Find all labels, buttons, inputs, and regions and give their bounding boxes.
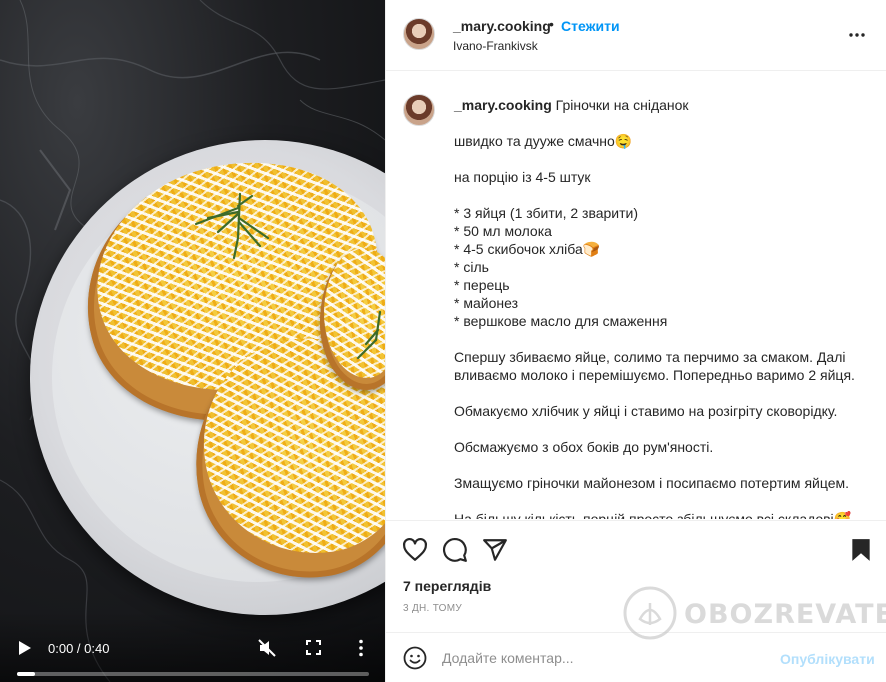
- ingredient-item: * 4-5 скибочок хліба🍞: [454, 241, 601, 257]
- ingredient-item: * вершкове масло для смаження: [454, 313, 668, 329]
- bookmark-icon[interactable]: [848, 537, 874, 563]
- watermark-logo-icon: [623, 586, 677, 640]
- play-icon[interactable]: [18, 640, 32, 656]
- ingredient-item: * майонез: [454, 295, 518, 311]
- more-options-icon[interactable]: [848, 26, 866, 44]
- post-header: _mary.cooking • Стежити Ivano-Frankivsk: [386, 0, 886, 71]
- caption-title: Гріночки на сніданок: [555, 97, 689, 113]
- post-timestamp: 3 ДН. ТОМУ: [403, 603, 463, 614]
- comment-icon[interactable]: [442, 537, 468, 563]
- caption-step: Змащуємо гріночки майонезом і посипаємо …: [454, 475, 850, 491]
- caption-avatar[interactable]: [403, 94, 435, 126]
- mute-icon[interactable]: [258, 639, 276, 657]
- video-player[interactable]: 0:00 / 0:40: [0, 0, 385, 682]
- caption-step: Спершу збиваємо яйце, солимо та перчимо …: [454, 349, 855, 383]
- video-progress-fill: [17, 672, 35, 676]
- post-details-panel: _mary.cooking • Стежити Ivano-Frankivsk …: [385, 0, 886, 682]
- views-count[interactable]: 7 переглядів: [403, 578, 491, 594]
- caption-line: швидко та дууже смачно🤤: [454, 133, 633, 149]
- heart-icon[interactable]: [402, 537, 428, 563]
- video-time: 0:00 / 0:40: [48, 641, 110, 656]
- ingredients-list: * 3 яйця (1 збити, 2 зварити) * 50 мл мо…: [454, 204, 874, 330]
- caption-section: _mary.cooking Гріночки на сніданок швидк…: [386, 72, 886, 519]
- watermark: OBOZREVATEL: [622, 583, 886, 643]
- caption-username[interactable]: _mary.cooking: [454, 97, 552, 113]
- dill-garnish: [194, 192, 270, 260]
- caption-step: На більшу кількість порцій просто збільш…: [454, 511, 852, 519]
- emoji-icon[interactable]: [403, 646, 427, 670]
- ingredient-item: * перець: [454, 277, 510, 293]
- caption-portion: на порцію із 4-5 штук: [454, 169, 591, 185]
- watermark-text: OBOZREVATEL: [684, 599, 886, 630]
- video-progress-bar[interactable]: [17, 672, 369, 676]
- dill-garnish-2: [356, 310, 382, 360]
- caption-step: Обсмажуємо з обох боків до рум'яності.: [454, 439, 714, 455]
- comment-input[interactable]: [442, 645, 762, 671]
- location-link[interactable]: Ivano-Frankivsk: [453, 39, 538, 53]
- ingredient-item: * 3 яйця (1 збити, 2 зварити): [454, 205, 639, 221]
- ingredient-item: * сіль: [454, 259, 489, 275]
- publish-button[interactable]: Опублікувати: [780, 651, 875, 667]
- follow-button[interactable]: Стежити: [561, 18, 620, 34]
- caption-text: _mary.cooking Гріночки на сніданок швидк…: [454, 96, 874, 519]
- separator-dot: •: [549, 16, 554, 32]
- avatar[interactable]: [403, 18, 435, 50]
- author-username[interactable]: _mary.cooking: [453, 18, 551, 34]
- video-controls: 0:00 / 0:40: [0, 612, 385, 682]
- share-icon[interactable]: [482, 537, 508, 563]
- ingredient-item: * 50 мл молока: [454, 223, 552, 239]
- fullscreen-icon[interactable]: [306, 640, 321, 655]
- video-more-icon[interactable]: [358, 639, 364, 657]
- caption-step: Обмакуємо хлібчик у яйці і ставимо на ро…: [454, 403, 838, 419]
